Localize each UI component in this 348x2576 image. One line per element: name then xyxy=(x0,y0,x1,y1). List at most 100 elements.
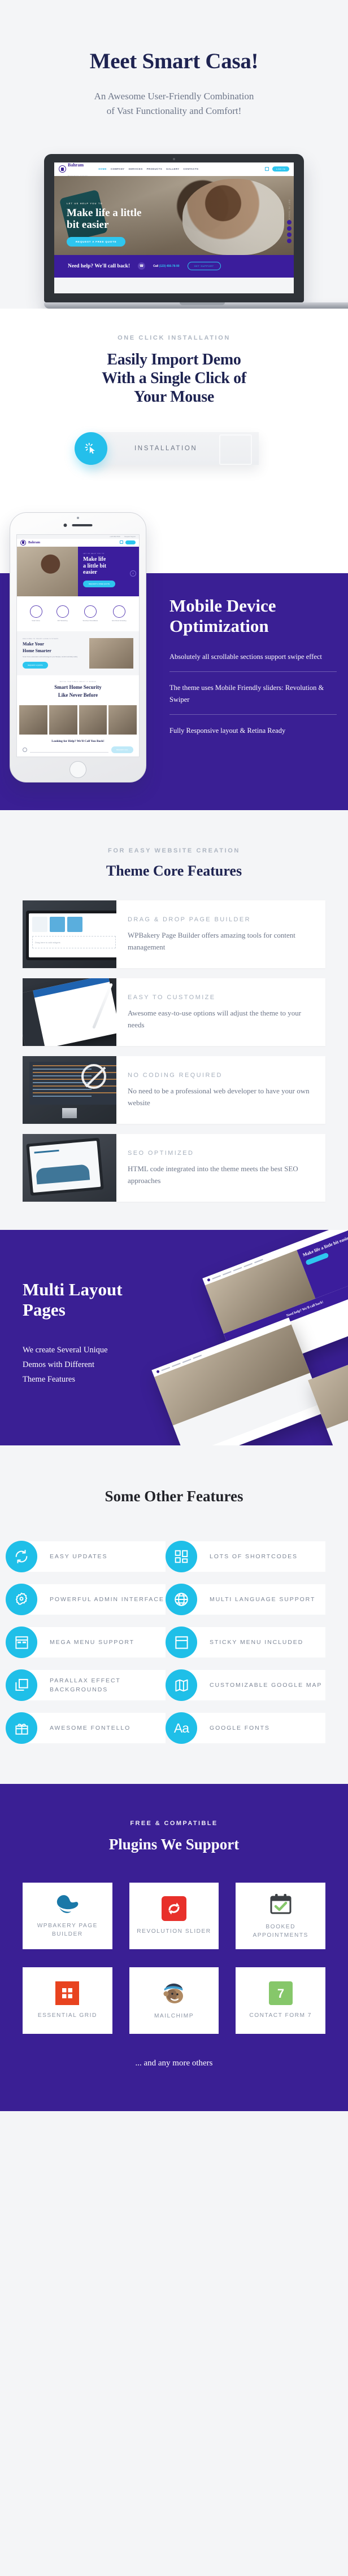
plugin-card-revolution-slider[interactable]: REVOLUTION SLIDER xyxy=(129,1882,219,1949)
phone-cart-icon[interactable] xyxy=(120,540,123,544)
plugin-card-mailchimp[interactable]: MAILCHIMP xyxy=(129,1967,219,2034)
twitter-icon[interactable] xyxy=(287,226,292,231)
pinterest-icon[interactable] xyxy=(287,239,292,244)
mock-nav-right: LOG IN xyxy=(265,166,289,172)
mobile-divider-1 xyxy=(169,671,337,672)
sticky-menu-icon xyxy=(166,1627,197,1659)
cloud-icon xyxy=(112,605,125,618)
phone-number-input[interactable] xyxy=(30,748,108,753)
phone-service-4: Eco-Clever Accessing xyxy=(112,605,126,622)
phone-promo-image xyxy=(89,638,133,669)
feature-card-google-map[interactable]: CUSTOMIZABLE GOOGLE MAP xyxy=(166,1669,325,1702)
mock-call-text: Call (123) 456-78-90 xyxy=(153,265,179,268)
mock-social-links[interactable] xyxy=(287,220,292,244)
phone-gallery-item[interactable] xyxy=(108,705,137,735)
mock-call-label: Call xyxy=(153,264,159,268)
laptop-bezel: Bahram Smart home systems HOME COMPANY S… xyxy=(44,153,304,302)
phone-hero-title-3: easier xyxy=(83,569,97,576)
mock-menu-item-services[interactable]: SERVICES xyxy=(129,168,143,170)
phone-service-3-label: Security & Surveillance xyxy=(82,620,98,622)
plugin-card-contact-form-7[interactable]: 7 CONTACT FORM 7 xyxy=(236,1967,325,2034)
phone-callback-form: Looking for Help? We'll Call You Back! R… xyxy=(17,735,139,757)
feature-card-mega-menu[interactable]: MEGA MENU SUPPORT xyxy=(6,1627,166,1659)
multi-layout-text-line-3: Theme Features xyxy=(23,1375,76,1384)
mock-menu-item-home[interactable]: HOME xyxy=(98,168,107,170)
mock-hero-cta-button[interactable]: REQUEST A FREE QUOTE xyxy=(67,237,126,247)
core-feature-title: DRAG & DROP PAGE BUILDER xyxy=(128,916,251,923)
revolution-slider-logo-icon xyxy=(161,1896,186,1921)
mobile-title-line-1: Mobile Device xyxy=(169,595,276,616)
feature-card-sticky-menu[interactable]: STICKY MENU INCLUDED xyxy=(166,1627,325,1659)
laptop-base xyxy=(44,302,348,309)
booked-calendar-icon xyxy=(268,1892,293,1916)
mobile-optimization-copy: Mobile Device Optimization Absolutely al… xyxy=(169,596,337,737)
mock-menu-item-products[interactable]: PRODUCTS xyxy=(147,168,163,170)
gift-icon xyxy=(6,1712,37,1744)
mock-hero-headline-2: bit easier xyxy=(67,218,109,231)
phone-topbar-link[interactable]: Request Support xyxy=(125,536,136,538)
feature-card-label: CUSTOMIZABLE GOOGLE MAP xyxy=(210,1681,323,1689)
other-features-section: Some Other Features EASY UPDATES LOTS OF… xyxy=(0,1445,348,1784)
phone-hero: LET US HELP YOU TO Make life a little bi… xyxy=(17,546,139,596)
plugin-name: REVOLUTION SLIDER xyxy=(137,1928,211,1935)
plugins-grid: WPBAKERY PAGE BUILDER REVOLUTION SLIDER xyxy=(0,1882,348,2034)
mock-login-button[interactable]: LOG IN xyxy=(272,166,289,172)
plugin-card-booked[interactable]: BOOKED APPOINTMENTS xyxy=(236,1882,325,1949)
feature-card-admin-interface[interactable]: POWERFUL ADMIN INTERFACE xyxy=(6,1584,166,1616)
feature-card-label: MULTI LANGUAGE SUPPORT xyxy=(210,1595,316,1603)
mock-menu-item-gallery[interactable]: GALLERY xyxy=(166,168,179,170)
mobile-divider-2 xyxy=(169,714,337,715)
phone-gallery-item[interactable] xyxy=(49,705,77,735)
phone-home-button[interactable] xyxy=(69,761,86,778)
page-title: Meet Smart Casa! xyxy=(89,49,259,73)
one-click-installation-section: ONE CLICK INSTALLATION Easily Import Dem… xyxy=(0,308,348,495)
hero-subtitle: An Awesome User-Friendly Combination of … xyxy=(0,89,348,119)
facebook-icon[interactable] xyxy=(287,220,292,225)
phone-gallery-item[interactable] xyxy=(19,705,47,735)
cart-icon[interactable] xyxy=(265,167,269,172)
phone-promo-band: WELCOME TO SMART HOME SYSTEMS Make Your … xyxy=(17,631,139,675)
installation-card[interactable]: INSTALLATION xyxy=(75,432,259,465)
feature-card-google-fonts[interactable]: Aa GOOGLE FONTS xyxy=(166,1712,325,1744)
phone-login-button[interactable] xyxy=(125,540,136,545)
cursor-click-icon xyxy=(75,432,107,465)
plugins-title: Plugins We Support xyxy=(108,1836,240,1853)
phone-mockup: +123 456-78-90 Request Support Bahram LE… xyxy=(10,512,146,783)
drop-hint-text: Drag here to add widgets xyxy=(32,936,116,949)
mock-bottom-filler xyxy=(54,277,294,293)
chevron-right-icon[interactable]: › xyxy=(130,570,136,577)
instagram-icon[interactable] xyxy=(287,232,292,238)
phone-nav-right xyxy=(120,540,136,545)
mobile-title-line-2: Optimization xyxy=(169,616,269,636)
phone-services-row: Smart Home 24/7 Monitoring Security & Su… xyxy=(17,596,139,631)
laptop-screen: Bahram Smart home systems HOME COMPANY S… xyxy=(54,162,294,293)
multi-layout-section: Multi Layout Pages We create Several Uni… xyxy=(0,1230,348,1446)
map-icon xyxy=(166,1669,197,1702)
layout-mockup-3 xyxy=(307,1334,348,1446)
gear-icon xyxy=(6,1584,37,1616)
phone-hero-cta[interactable]: REQUEST A FREE QUOTE xyxy=(83,581,116,588)
mock-navbar: Bahram Smart home systems HOME COMPANY S… xyxy=(54,162,294,177)
mock-menu-item-company[interactable]: COMPANY xyxy=(111,168,125,170)
plugin-card-wpbakery[interactable]: WPBAKERY PAGE BUILDER xyxy=(23,1882,112,1949)
mock-menu-item-contacts[interactable]: CONTACTS xyxy=(184,168,199,170)
mock-phone-number[interactable]: (123) 456-78-90 xyxy=(159,265,180,268)
feature-card-easy-updates[interactable]: EASY UPDATES xyxy=(6,1541,166,1573)
multi-layout-mockups: Make life a little bit easier Need help?… xyxy=(151,1230,348,1446)
mega-menu-icon xyxy=(6,1627,37,1659)
smart-home-icon xyxy=(29,605,42,618)
core-feature-item: EASY TO CUSTOMIZE Awesome easy-to-use op… xyxy=(23,978,325,1047)
feature-card-multi-language[interactable]: MULTI LANGUAGE SUPPORT xyxy=(166,1584,325,1616)
layers-icon xyxy=(6,1669,37,1702)
mock-support-button[interactable]: GET SUPPORT xyxy=(187,262,221,271)
phone-gallery-item[interactable] xyxy=(79,705,107,735)
plugin-card-essential-grid[interactable]: ESSENTIAL GRID xyxy=(23,1967,112,2034)
hero-subtitle-line-1: An Awesome User-Friendly Combination xyxy=(94,91,254,102)
feature-card-shortcodes[interactable]: LOTS OF SHORTCODES xyxy=(166,1541,325,1573)
feature-card-fontello[interactable]: AWESOME FONTELLO xyxy=(6,1712,166,1744)
phone-promo-cta[interactable]: REQUEST A QUOTE xyxy=(23,661,48,669)
feature-card-parallax[interactable]: PARALLAX EFFECT BACKGROUNDS xyxy=(6,1669,166,1702)
phone-topbar-phone: +123 456-78-90 xyxy=(110,535,120,538)
phone-sensor-icon xyxy=(63,523,67,527)
phone-callback-button[interactable]: REQUEST CALL xyxy=(111,746,133,754)
